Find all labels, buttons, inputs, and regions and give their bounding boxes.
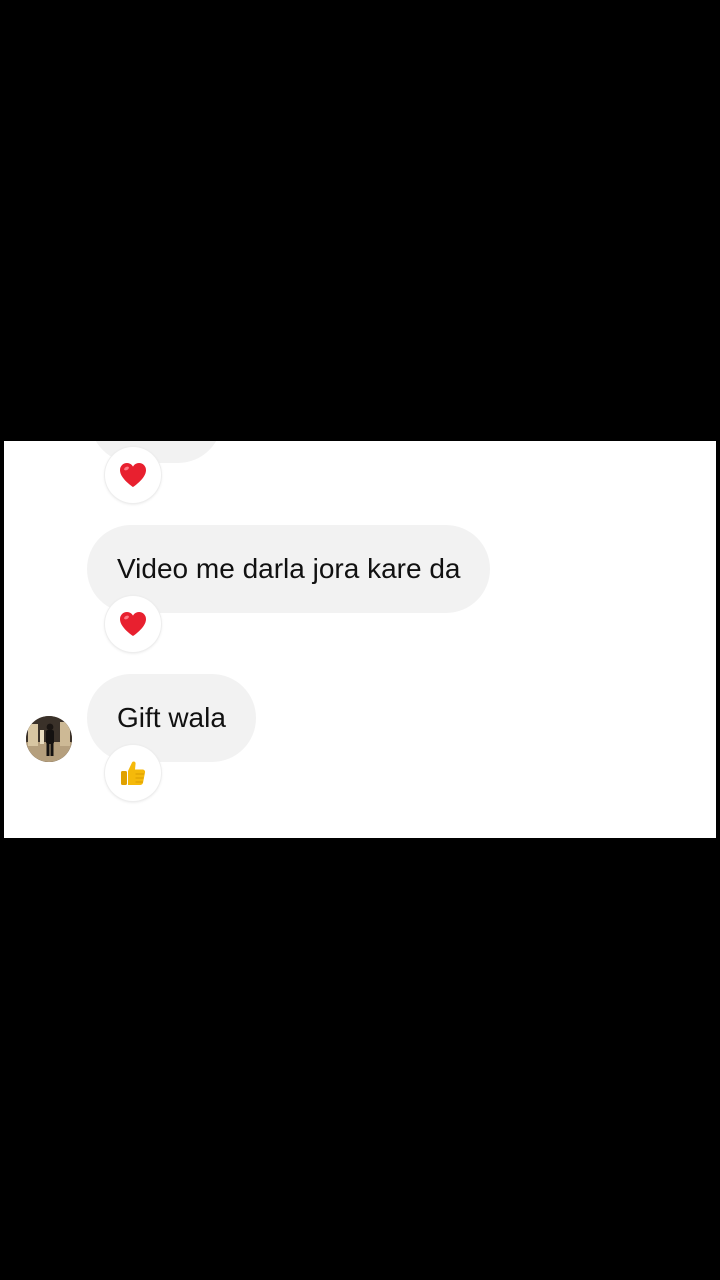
message-text: Gift wala (117, 702, 226, 733)
reaction-badge[interactable] (105, 447, 161, 503)
message-text: Video me darla jora kare da (117, 553, 461, 584)
thumbs-up-icon (121, 761, 146, 785)
reaction-badge[interactable] (105, 596, 161, 652)
avatar-photo (26, 716, 72, 762)
heart-icon (120, 463, 146, 487)
avatar[interactable] (26, 716, 72, 762)
reaction-badge[interactable] (105, 745, 161, 801)
heart-icon (120, 612, 146, 636)
message-bubble[interactable]: Gift wala (87, 674, 256, 762)
chat-panel: Video me darla jora kare da Gift wala (4, 441, 716, 838)
